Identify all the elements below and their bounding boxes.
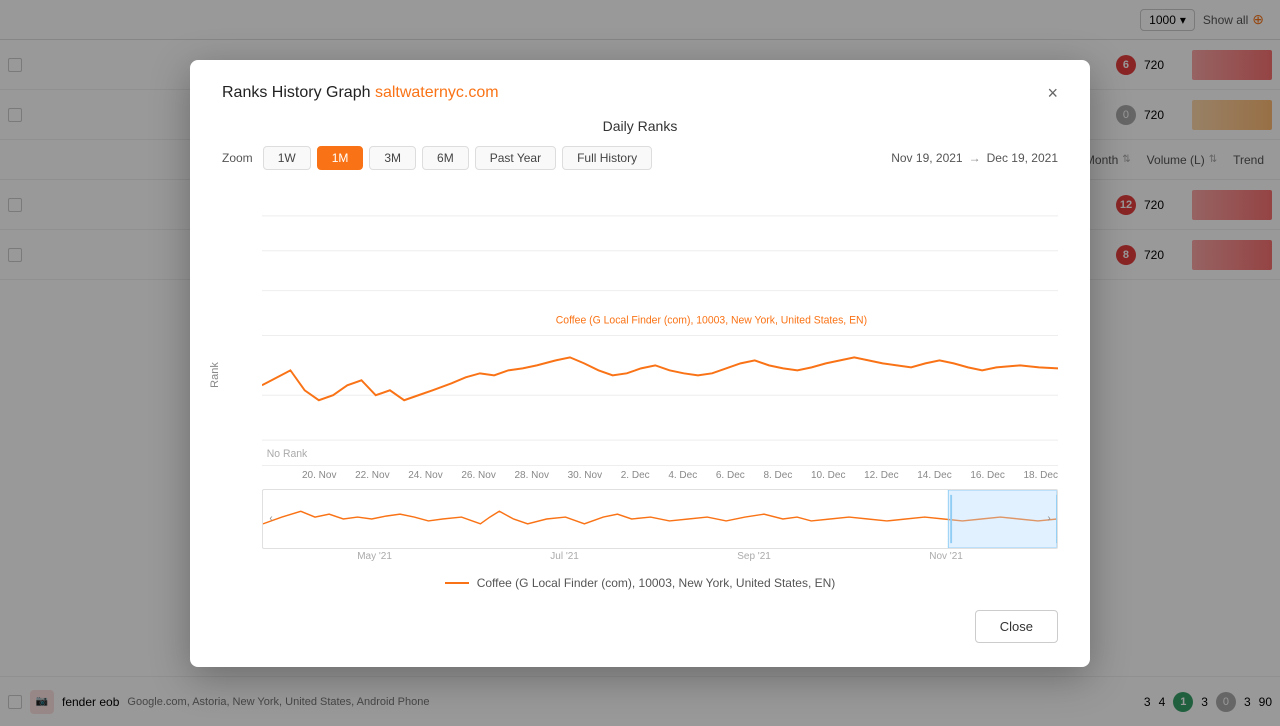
date-range: Nov 19, 2021 → Dec 19, 2021 — [891, 151, 1058, 165]
zoom-label: Zoom — [222, 151, 253, 165]
mini-chart[interactable]: ‹ › — [262, 489, 1058, 549]
modal-header: Ranks History Graph saltwaternyc.com × — [222, 84, 1058, 102]
zoom-full-history[interactable]: Full History — [562, 146, 652, 170]
modal-title: Ranks History Graph saltwaternyc.com — [222, 84, 499, 102]
x-axis-labels: 20. Nov 22. Nov 24. Nov 26. Nov 28. Nov … — [262, 466, 1058, 485]
y-axis-label: Rank — [209, 362, 221, 388]
arrow-icon: → — [969, 151, 981, 165]
svg-text:No Rank: No Rank — [267, 447, 308, 459]
main-chart: 1 2 4 10 20 40 Coffee (G Local Finder (c… — [262, 186, 1058, 466]
chart-title: Daily Ranks — [222, 118, 1058, 134]
mini-chart-labels: May '21 Jul '21 Sep '21 Nov '21 — [262, 549, 1058, 564]
zoom-1m[interactable]: 1M — [317, 146, 364, 170]
modal-footer: Close — [222, 610, 1058, 643]
modal-close-button[interactable]: × — [1047, 84, 1058, 102]
site-link[interactable]: saltwaternyc.com — [375, 84, 499, 101]
chart-legend: Coffee (G Local Finder (com), 10003, New… — [222, 576, 1058, 590]
chart-wrapper: Rank 1 2 4 10 20 40 — [222, 186, 1058, 564]
zoom-bar: Zoom 1W 1M 3M 6M Past Year Full History … — [222, 146, 1058, 170]
svg-text:Coffee (G Local Finder (com),: Coffee (G Local Finder (com), 10003, New… — [556, 314, 867, 326]
zoom-past-year[interactable]: Past Year — [475, 146, 556, 170]
zoom-3m[interactable]: 3M — [369, 146, 416, 170]
modal-overlay: Ranks History Graph saltwaternyc.com × D… — [0, 0, 1280, 726]
close-button[interactable]: Close — [975, 610, 1058, 643]
scroll-right-arrow[interactable]: › — [1041, 490, 1057, 548]
zoom-6m[interactable]: 6M — [422, 146, 469, 170]
legend-line — [445, 582, 469, 584]
ranks-history-modal: Ranks History Graph saltwaternyc.com × D… — [190, 60, 1090, 667]
legend-text: Coffee (G Local Finder (com), 10003, New… — [477, 576, 836, 590]
scroll-left-arrow[interactable]: ‹ — [263, 490, 279, 548]
zoom-1w[interactable]: 1W — [263, 146, 311, 170]
